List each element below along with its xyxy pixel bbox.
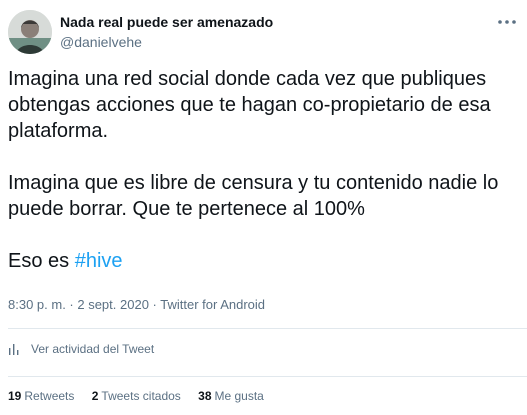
avatar-image	[8, 10, 52, 54]
quote-tweets-stat[interactable]: 2 Tweets citados	[92, 389, 181, 403]
author-handle[interactable]: @danielvehe	[60, 34, 142, 50]
author-display-name[interactable]: Nada real puede ser amenazado	[60, 14, 273, 30]
tweet-text-prefix: Eso es	[8, 250, 75, 272]
divider	[8, 376, 527, 377]
likes-label: Me gusta	[214, 389, 264, 403]
more-horizontal-icon[interactable]	[495, 10, 519, 34]
divider	[8, 328, 527, 329]
tweet-card: Nada real puede ser amenazado @danielveh…	[0, 0, 527, 415]
hashtag-link[interactable]: #hive	[75, 250, 123, 272]
retweets-stat[interactable]: 19 Retweets	[8, 389, 74, 403]
tweet-stats: 19 Retweets 2 Tweets citados 38 Me gusta	[8, 389, 278, 403]
tweet-text: Imagina una red social donde cada vez qu…	[8, 66, 520, 300]
view-activity-label: Ver actividad del Tweet	[31, 342, 155, 356]
retweets-label: Retweets	[24, 389, 75, 403]
tweet-timestamp[interactable]: 8:30 p. m. · 2 sept. 2020 · Twitter for …	[8, 297, 265, 312]
tweet-paragraph-hashtag-line: Eso es #hive	[8, 248, 520, 274]
likes-count: 38	[198, 389, 212, 403]
tweet-paragraph: Imagina que es libre de censura y tu con…	[8, 172, 499, 220]
retweets-count: 19	[8, 389, 22, 403]
likes-stat[interactable]: 38 Me gusta	[198, 389, 264, 403]
quote-tweets-label: Tweets citados	[101, 389, 181, 403]
bar-chart-icon	[9, 344, 19, 355]
avatar[interactable]	[8, 10, 52, 54]
tweet-header: Nada real puede ser amenazado @danielveh…	[8, 8, 519, 56]
tweet-paragraph: Imagina una red social donde cada vez qu…	[8, 68, 491, 142]
quote-tweets-count: 2	[91, 389, 99, 403]
view-activity-link[interactable]: Ver actividad del Tweet	[8, 342, 154, 356]
